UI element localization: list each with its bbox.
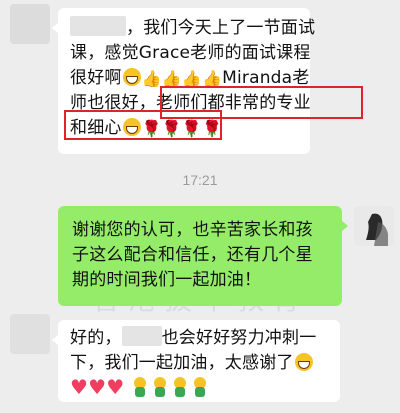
message-line: 和细心 🌹🌹🌹🌹 [70,116,300,141]
timestamp: 17:21 [182,172,218,188]
rose-icon: 🌹 [201,119,223,138]
avatar-image [354,206,394,246]
cheer-emoji-icon [152,377,168,397]
message-text: 好的， [70,328,122,348]
message-text: 期的时间我们一起加油！ [72,270,262,290]
cheer-emoji-icon [172,377,188,397]
cheer-emoji-icon [192,377,208,397]
thumbs-up-icon: 👍 [181,69,202,88]
grin-emoji-icon [122,68,141,86]
message-bubble-incoming[interactable]: 好的， 也会好好努力冲刺一 下，我们一起加油，太感谢了 ♥♥♥ [52,320,340,402]
cheer-emoji-icon [132,377,148,397]
message-line: 下，我们一起加油，太感谢了 [70,351,332,376]
contact-avatar[interactable] [10,4,50,44]
message-text: 和细心 [70,118,122,138]
rose-icon: 🌹 [181,119,202,138]
grin-emoji-icon [294,353,313,371]
message-text: 谢谢您的认可，也辛苦家长和孩 [72,220,313,240]
message-text: Miranda老 [222,68,310,88]
blurred-name [121,326,162,346]
contact-avatar[interactable] [10,314,50,354]
message-text: 也会好好努力冲刺一 [161,328,317,348]
message-line: 师也很好，老师们都非常的专业 [70,91,311,116]
thumbs-up-icon: 👍 [201,69,223,88]
message-line: 好的， 也会好好努力冲刺一 [70,326,332,351]
message-text: 课，感觉Grace老师的面试课程 [70,43,311,63]
heart-icon: ♥ [70,375,89,399]
rose-icon: 🌹 [141,119,162,138]
message-text: 老师们都非常的专业 [156,93,311,113]
rose-icon: 🌹 [161,119,182,138]
thumbs-up-icon: 👍 [141,69,162,88]
thumbs-up-icon: 👍 [161,69,182,88]
message-text: 下，我们一起加油，太感谢了 [70,353,294,373]
heart-icon: ♥ [106,375,125,399]
grin-emoji-icon [122,118,141,136]
message-bubble-outgoing[interactable]: 谢谢您的认可，也辛苦家长和孩 子这么配合和信任，还有几个星 期的时间我们一起加油… [58,206,348,306]
message-text: 我们今天上了一节面试 [143,18,316,38]
heart-icon: ♥ [88,375,107,399]
my-avatar[interactable] [354,206,394,246]
message-line: ，我们今天上了一节面试 [70,16,315,41]
message-text: 子这么配合和信任，还有几个星 [72,245,313,265]
message-text: 师也很好， [70,93,156,113]
blurred-name [70,16,126,36]
message-bubble-incoming[interactable]: ，我们今天上了一节面试 课，感觉Grace老师的面试课程 很好啊 👍👍👍👍Mira… [52,8,315,154]
message-line: ♥♥♥ [70,376,332,401]
message-line: 很好啊 👍👍👍👍Miranda老 [70,66,309,91]
message-text: 很好啊 [70,68,122,88]
